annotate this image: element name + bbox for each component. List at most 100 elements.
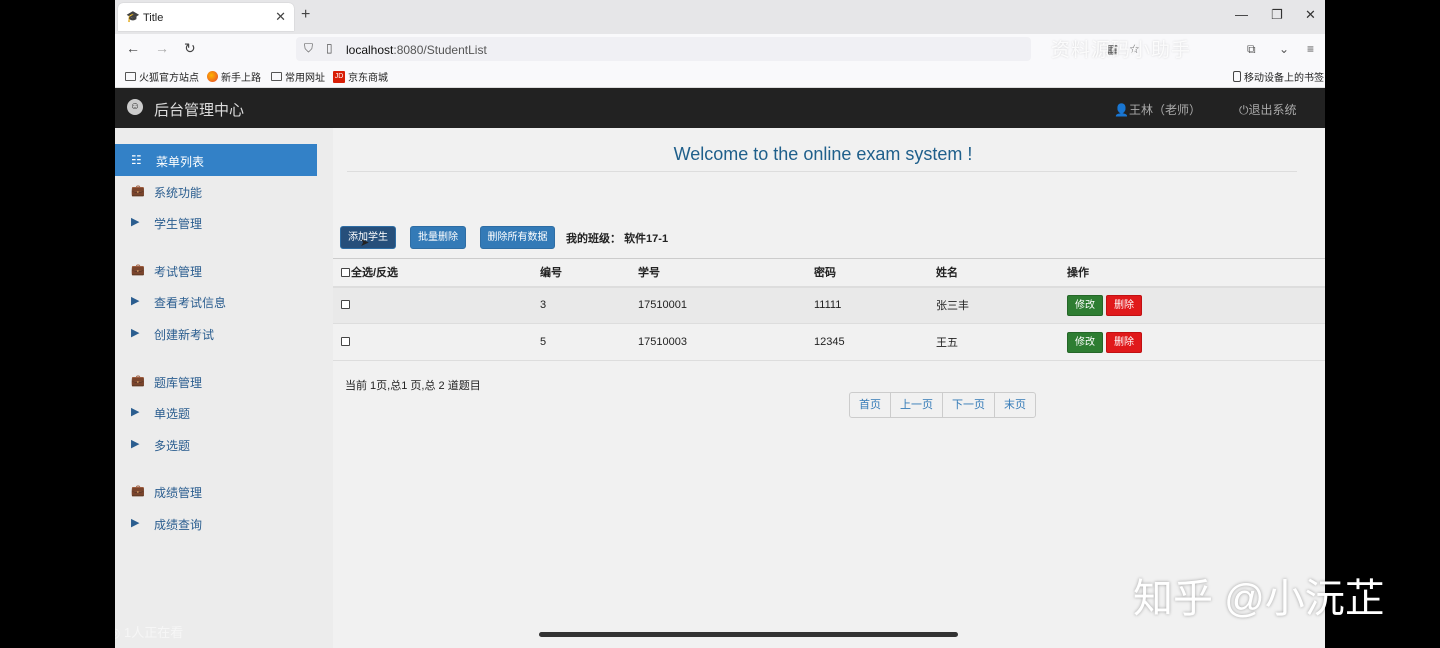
caret-right-icon: ▶	[131, 327, 140, 339]
mobile-icon	[1233, 71, 1241, 82]
bookmark-item[interactable]: 火狐官方站点	[125, 69, 199, 84]
last-page-link[interactable]: 末页	[995, 393, 1035, 417]
tab-strip: 🎓 Title ✕ + — ❐ ✕	[115, 0, 1325, 34]
browser-tab[interactable]: 🎓 Title ✕	[118, 3, 294, 31]
cell-password: 11111	[814, 286, 936, 324]
tab-title: Title	[143, 12, 164, 24]
restore-icon[interactable]: ❐	[1271, 7, 1283, 23]
forward-icon[interactable]: →	[155, 40, 169, 56]
briefcase-icon: 💼	[131, 185, 145, 197]
prev-page-link[interactable]: 上一页	[891, 393, 943, 417]
pocket-icon[interactable]: ⌄	[1279, 42, 1289, 56]
row-checkbox[interactable]	[341, 300, 350, 310]
sidebar-item-system[interactable]: 💼 系统功能	[115, 179, 317, 203]
bookmark-item[interactable]: JD 京东商城	[333, 69, 388, 84]
sidebar-item-create-exam[interactable]: ▶ 创建新考试	[115, 321, 317, 345]
menu-icon[interactable]: ≡	[1307, 42, 1314, 56]
bookmarks-bar: 火狐官方站点 新手上路 常用网址 JD 京东商城 移动设备上的书签	[115, 64, 1325, 88]
minimize-icon[interactable]: —	[1235, 7, 1248, 22]
delete-button[interactable]: 删除	[1106, 294, 1142, 316]
sidebar-menu-title[interactable]: ☷ 菜单列表	[115, 144, 317, 176]
shield-icon[interactable]: ⛉	[304, 41, 313, 56]
header-actions: 操作	[1067, 258, 1325, 288]
caret-right-icon: ▶	[131, 216, 140, 228]
new-tab-icon[interactable]: +	[301, 6, 310, 24]
list-icon: ☷	[131, 153, 142, 167]
sidebar-item-question-bank[interactable]: 💼 题库管理	[115, 369, 317, 393]
browser-window: 🎓 Title ✕ + — ❐ ✕ ← → ↻ ⛉ ▯ localhost:80…	[115, 0, 1325, 648]
cell-password: 12345	[814, 323, 936, 361]
logout-link[interactable]: ⏻退出系统	[1239, 101, 1297, 118]
header-password: 密码	[814, 258, 936, 288]
cell-id: 5	[540, 323, 638, 361]
edit-button[interactable]: 修改	[1067, 294, 1103, 316]
page-icon: ▯	[326, 41, 333, 55]
table-header-row: 全选/反选 编号 学号 密码 姓名 操作	[333, 258, 1325, 288]
table-row: 3 17510001 11111 张三丰 修改 删除	[333, 286, 1325, 324]
sidebar-item-view-exams[interactable]: ▶ 查看考试信息	[115, 289, 317, 313]
edit-button[interactable]: 修改	[1067, 331, 1103, 353]
next-page-link[interactable]: 下一页	[943, 393, 995, 417]
delete-all-button[interactable]: 删除所有数据	[480, 226, 555, 249]
graduation-cap-icon: 🎓	[126, 11, 140, 23]
select-all-checkbox[interactable]	[341, 268, 350, 278]
address-bar[interactable]: ⛉ ▯ localhost:8080/StudentList	[296, 37, 1031, 61]
divider	[347, 171, 1297, 172]
mobile-bookmarks[interactable]: 移动设备上的书签	[1233, 69, 1324, 84]
pagination: 首页 上一页 下一页 末页	[849, 392, 1036, 418]
window-close-icon[interactable]: ✕	[1305, 7, 1316, 23]
my-class: 我的班级： 软件17-1	[566, 233, 669, 245]
cell-name: 张三丰	[936, 286, 1067, 324]
sidebar-item-grade-query[interactable]: ▶ 成绩查询	[115, 511, 317, 535]
user-link[interactable]: 👤王林（老师）	[1114, 101, 1201, 118]
app-title: 后台管理中心	[154, 102, 245, 119]
jd-icon: JD	[333, 70, 345, 83]
cell-student-no: 17510001	[638, 286, 814, 324]
firefox-icon	[207, 71, 218, 82]
sidebar: ☷ 菜单列表 💼 系统功能 ▶ 学生管理 💼 考试管理 ▶ 查看考试信息 ▶ 创建新考试 …	[115, 128, 317, 648]
cell-name: 王五	[936, 323, 1067, 361]
bookmark-item[interactable]: 新手上路	[207, 69, 261, 84]
home-indicator[interactable]	[539, 632, 958, 637]
header-name: 姓名	[936, 258, 1067, 288]
row-checkbox[interactable]	[341, 337, 350, 346]
sidebar-item-single-choice[interactable]: ▶ 单选题	[115, 400, 317, 424]
first-page-link[interactable]: 首页	[850, 393, 891, 417]
welcome-heading: Welcome to the online exam system !	[673, 144, 973, 164]
logo-icon: ☺	[127, 99, 143, 115]
caret-right-icon: ▶	[131, 438, 140, 450]
folder-icon	[271, 72, 282, 81]
cell-id: 3	[540, 286, 638, 324]
watermark-top: 资料源码小助手	[1051, 40, 1192, 61]
sidebar-item-students[interactable]: ▶ 学生管理	[115, 210, 317, 234]
delete-button[interactable]: 删除	[1106, 331, 1142, 353]
watermark-bottom: 知乎 @小沅芷	[1133, 577, 1385, 621]
caret-right-icon: ▶	[131, 406, 140, 418]
mouse-cursor-icon: ➤	[360, 237, 370, 249]
page-info: 当前 1页,总1 页,总 2 道题目	[345, 380, 481, 392]
sidebar-item-exams[interactable]: 💼 考试管理	[115, 258, 317, 282]
back-icon[interactable]: ←	[126, 40, 140, 56]
close-tab-icon[interactable]: ✕	[275, 9, 286, 25]
app-header: ☺ 后台管理中心 👤王林（老师） ⏻退出系统	[115, 88, 1325, 128]
eye-icon: ◎	[115, 625, 124, 640]
folder-icon	[125, 72, 136, 81]
batch-delete-button[interactable]: 批量删除	[410, 226, 466, 249]
sidebar-item-multiple-choice[interactable]: ▶ 多选题	[115, 432, 317, 456]
caret-right-icon: ▶	[131, 295, 140, 307]
table-row: 5 17510003 12345 王五 修改 删除	[333, 323, 1325, 361]
student-table: 全选/反选 编号 学号 密码 姓名 操作 3 17510001 11111 张三…	[333, 258, 1325, 361]
select-all-toggle[interactable]: 全选/反选	[333, 258, 540, 288]
caret-right-icon: ▶	[131, 517, 140, 529]
extension-icon[interactable]: ⧉	[1247, 42, 1256, 57]
briefcase-icon: 💼	[131, 485, 145, 497]
bookmark-item[interactable]: 常用网址	[271, 69, 325, 84]
reload-icon[interactable]: ↻	[184, 40, 196, 57]
briefcase-icon: 💼	[131, 264, 145, 276]
power-icon: ⏻	[1239, 103, 1249, 117]
live-viewers: ◎ 1人正在看	[115, 622, 183, 641]
sidebar-item-grades[interactable]: 💼 成绩管理	[115, 479, 317, 503]
url-text: localhost:8080/StudentList	[346, 43, 487, 57]
header-student-no: 学号	[638, 258, 814, 288]
user-icon: 👤	[1114, 103, 1129, 117]
